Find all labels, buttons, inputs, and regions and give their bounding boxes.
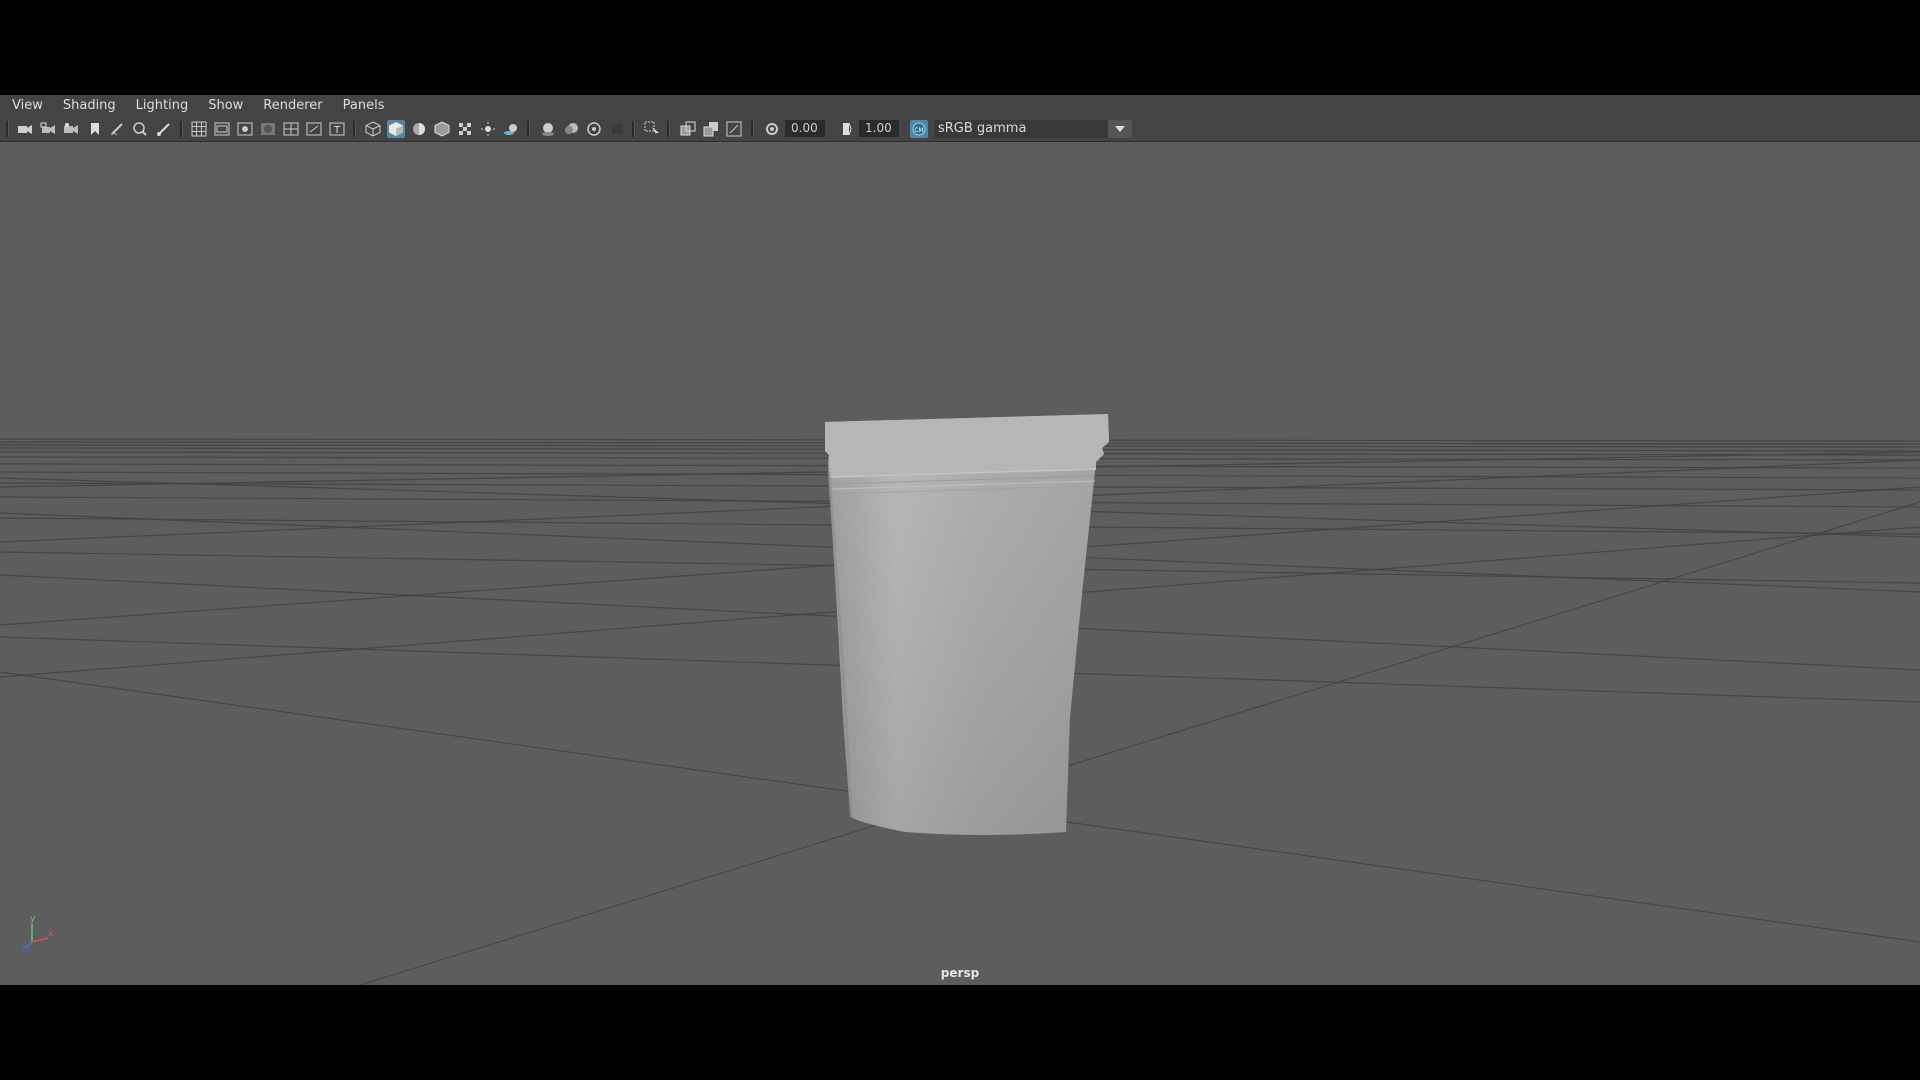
screen-space-ao-icon[interactable] bbox=[539, 120, 557, 138]
toolbar-separator bbox=[667, 121, 670, 137]
depth-of-field-icon[interactable] bbox=[608, 120, 626, 138]
grid-icon[interactable] bbox=[190, 120, 208, 138]
color-management-icon[interactable]: CM bbox=[910, 120, 928, 138]
field-chart-icon[interactable] bbox=[282, 120, 300, 138]
camera-attributes-icon[interactable] bbox=[39, 120, 57, 138]
x-ray-icon[interactable] bbox=[679, 120, 697, 138]
letterbox-bottom bbox=[0, 985, 1920, 1080]
panel-toolbar: T 0.00 1.00 CM sRGB gamma bbox=[0, 116, 1920, 142]
paint-icon[interactable] bbox=[154, 120, 172, 138]
x-ray-joints-icon[interactable] bbox=[702, 120, 720, 138]
shadows-icon[interactable] bbox=[502, 120, 520, 138]
menu-lighting[interactable]: Lighting bbox=[124, 95, 197, 116]
toolbar-separator bbox=[6, 121, 9, 137]
chevron-down-icon[interactable] bbox=[1108, 120, 1132, 138]
toolbar-separator bbox=[527, 121, 530, 137]
menu-panels[interactable]: Panels bbox=[331, 95, 393, 116]
camera-select-icon[interactable] bbox=[16, 120, 34, 138]
textured-icon[interactable] bbox=[456, 120, 474, 138]
gamma-icon[interactable] bbox=[838, 120, 856, 138]
toolbar-separator bbox=[751, 121, 754, 137]
model-panel: View Shading Lighting Show Renderer Pane… bbox=[0, 95, 1920, 985]
wireframe-on-shaded-icon[interactable] bbox=[433, 120, 451, 138]
svg-text:T: T bbox=[333, 125, 341, 136]
isolate-select-icon[interactable] bbox=[643, 120, 661, 138]
two-d-pan-zoom-icon[interactable] bbox=[131, 120, 149, 138]
toolbar-separator bbox=[353, 121, 356, 137]
image-plane-icon[interactable] bbox=[62, 120, 80, 138]
color-space-dropdown[interactable]: sRGB gamma bbox=[934, 120, 1132, 138]
safe-title-icon[interactable]: T bbox=[328, 120, 346, 138]
exposure-field[interactable]: 0.00 bbox=[785, 120, 825, 137]
menu-show[interactable]: Show bbox=[196, 95, 251, 116]
grease-pencil-icon[interactable] bbox=[108, 120, 126, 138]
pouch-model[interactable] bbox=[825, 414, 1109, 835]
gamma-field[interactable]: 1.00 bbox=[859, 120, 899, 137]
use-default-material-icon[interactable] bbox=[410, 120, 428, 138]
use-all-lights-icon[interactable] bbox=[479, 120, 497, 138]
resolution-gate-icon[interactable] bbox=[236, 120, 254, 138]
menu-renderer[interactable]: Renderer bbox=[251, 95, 330, 116]
exposure-icon[interactable] bbox=[763, 120, 781, 138]
anti-aliasing-icon[interactable] bbox=[585, 120, 603, 138]
panel-menubar: View Shading Lighting Show Renderer Pane… bbox=[0, 95, 1920, 116]
menu-shading[interactable]: Shading bbox=[51, 95, 124, 116]
svg-text:CM: CM bbox=[914, 127, 923, 134]
svg-text:y: y bbox=[30, 914, 36, 924]
safe-action-icon[interactable] bbox=[305, 120, 323, 138]
menu-view[interactable]: View bbox=[0, 95, 51, 116]
film-gate-icon[interactable] bbox=[213, 120, 231, 138]
toolbar-separator bbox=[632, 121, 635, 137]
bookmark-icon[interactable] bbox=[86, 120, 104, 138]
backface-culling-icon[interactable] bbox=[725, 120, 743, 138]
viewport-3d[interactable]: y x z bbox=[0, 142, 1920, 985]
smooth-shade-icon[interactable] bbox=[387, 120, 405, 138]
toolbar-separator bbox=[180, 121, 183, 137]
wireframe-icon[interactable] bbox=[364, 120, 382, 138]
gate-mask-icon[interactable] bbox=[259, 120, 277, 138]
letterbox-top bbox=[0, 0, 1920, 95]
svg-text:z: z bbox=[22, 944, 27, 954]
svg-text:x: x bbox=[48, 929, 54, 939]
camera-name-label: persp bbox=[940, 966, 980, 980]
motion-blur-icon[interactable] bbox=[562, 120, 580, 138]
